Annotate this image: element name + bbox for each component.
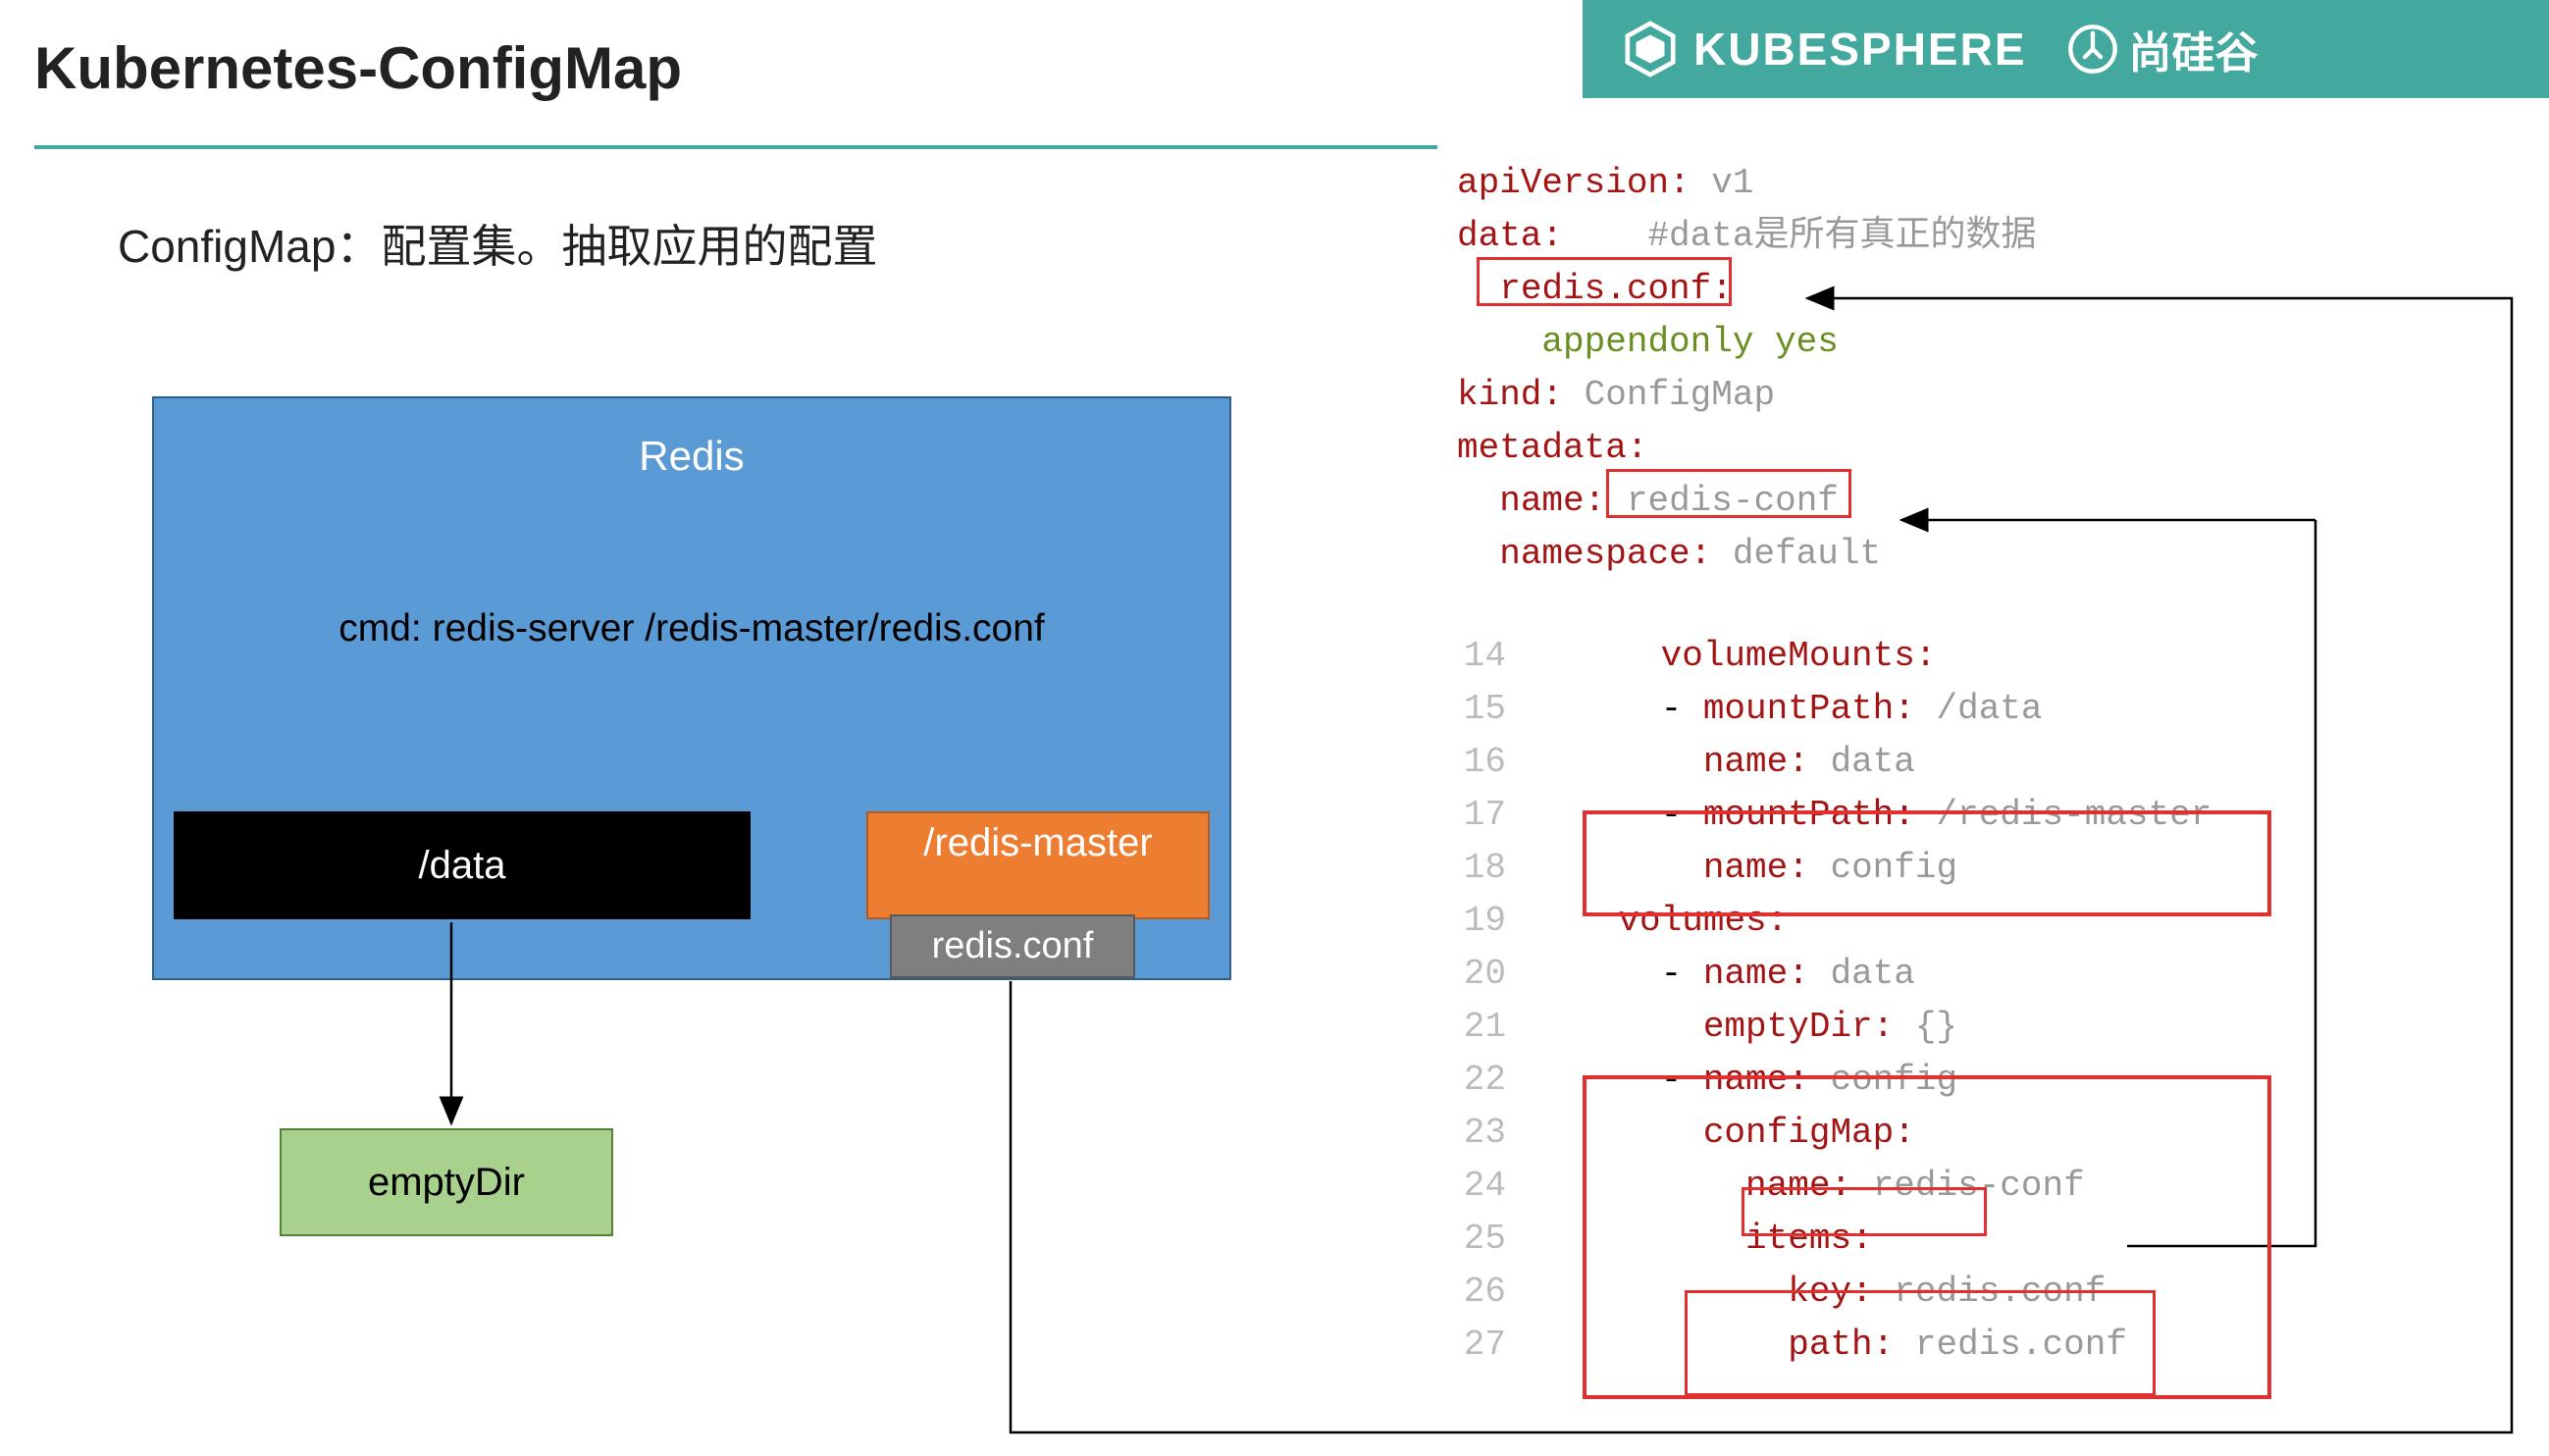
yaml-line: 26 - key: redis.conf (1457, 1266, 2536, 1319)
yaml-line: 24 name: redis-conf (1457, 1160, 2536, 1213)
yaml-line: apiVersion: v1 (1457, 157, 2536, 210)
shanggu-text: 尚硅谷 (2129, 18, 2259, 80)
yaml-line: appendonly yes (1457, 316, 2536, 369)
page-title: Kubernetes-ConfigMap (34, 34, 682, 102)
header-bar: KUBESPHERE 尚硅谷 (1583, 0, 2549, 98)
yaml-line: 16 name: data (1457, 736, 2536, 789)
redis-container-box: Redis cmd: redis-server /redis-master/re… (152, 396, 1231, 980)
shanggu-logo: 尚硅谷 (2066, 18, 2259, 80)
kubesphere-logo: KUBESPHERE (1622, 21, 2027, 78)
kubesphere-icon (1622, 21, 1679, 78)
title-underline (34, 145, 1437, 149)
subtitle: ConfigMap：配置集。抽取应用的配置 (118, 211, 877, 276)
kubesphere-text: KUBESPHERE (1693, 23, 2027, 76)
yaml-line: 22 - name: config (1457, 1054, 2536, 1107)
redis-master-volume-box: /redis-master (866, 811, 1210, 919)
yaml-line: 14 volumeMounts: (1457, 630, 2536, 683)
yaml-line: 20 - name: data (1457, 948, 2536, 1001)
emptydir-box: emptyDir (280, 1128, 613, 1236)
yaml-line: metadata: (1457, 422, 2536, 475)
yaml-line: name: redis-conf (1457, 475, 2536, 528)
yaml-line: 27 path: redis.conf (1457, 1319, 2536, 1372)
yaml-line: namespace: default (1457, 528, 2536, 581)
redis-cmd-text: cmd: redis-server /redis-master/redis.co… (154, 607, 1229, 650)
redis-title: Redis (154, 398, 1229, 480)
shanggu-icon (2066, 23, 2119, 76)
yaml-line: 15 - mountPath: /data (1457, 683, 2536, 736)
yaml-line: 25 items: (1457, 1213, 2536, 1266)
yaml-code-area: apiVersion: v1 data: #data是所有真正的数据 redis… (1457, 157, 2536, 1372)
yaml-line: 21 emptyDir: {} (1457, 1001, 2536, 1054)
yaml-line: redis.conf: (1457, 263, 2536, 316)
data-volume-box: /data (174, 811, 751, 919)
yaml-line: 17 - mountPath: /redis-master (1457, 789, 2536, 842)
yaml-line: data: #data是所有真正的数据 (1457, 210, 2536, 263)
yaml-line: 18 name: config (1457, 842, 2536, 895)
yaml-line: 23 configMap: (1457, 1107, 2536, 1160)
yaml-line: kind: ConfigMap (1457, 369, 2536, 422)
yaml-line: 19 volumes: (1457, 895, 2536, 948)
redis-conf-file-box: redis.conf (890, 914, 1135, 978)
